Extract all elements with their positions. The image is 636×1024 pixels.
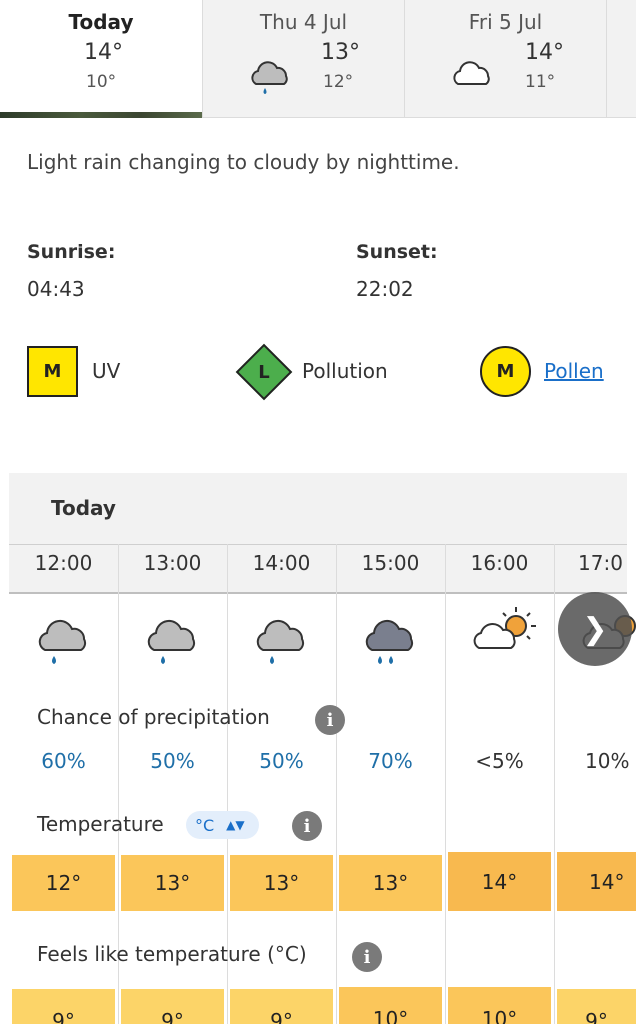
feels-like-cell: 9°	[12, 989, 115, 1024]
precipitation-value: 50%	[259, 749, 304, 773]
day-low: 10°	[86, 72, 117, 92]
hour-label: 13:00	[143, 551, 202, 575]
feels-like-cell: 10°	[448, 987, 551, 1024]
temperature-cell: 14°	[557, 852, 636, 911]
feels-like-label: Feels like temperature (°C)	[37, 942, 307, 966]
light-rain-icon	[247, 56, 293, 102]
pollution-badge-letter: L	[258, 361, 270, 383]
heavy-rain-icon	[361, 612, 419, 672]
precipitation-value: <5%	[475, 749, 524, 773]
next-hours-button[interactable]: ❯	[558, 592, 632, 666]
unit-label: °C	[195, 815, 215, 835]
precipitation-value: 50%	[150, 749, 195, 773]
light-rain-icon	[34, 612, 92, 672]
precipitation-label: Chance of precipitation	[37, 705, 270, 729]
hour-label: 12:00	[34, 551, 93, 575]
chevron-up-down-icon: ▲▼	[226, 818, 245, 832]
tab-thu-4-jul[interactable]: Thu 4 Jul 13° 12°	[203, 0, 405, 118]
day-high: 13°	[321, 40, 360, 65]
uv-badge: M	[27, 346, 78, 397]
sunset-label: Sunset:	[356, 241, 438, 263]
sunny-intervals-icon	[470, 604, 542, 658]
day-low: 11°	[525, 72, 556, 92]
temperature-cell: 13°	[121, 855, 224, 911]
day-high: 14°	[525, 40, 564, 65]
day-name: Today	[68, 10, 134, 34]
sunrise-time: 04:43	[27, 277, 85, 301]
hour-label: 15:00	[361, 551, 420, 575]
feels-like-cell: 9°	[121, 989, 224, 1024]
column-divider	[445, 544, 446, 1024]
precipitation-value: 60%	[41, 749, 86, 773]
hour-label: 17:0	[578, 551, 623, 575]
column-divider	[554, 544, 555, 1024]
tab-fri-5-jul[interactable]: Fri 5 Jul 14° 11°	[405, 0, 607, 118]
temperature-unit-toggle[interactable]: °C ▲▼	[186, 811, 259, 839]
pollen-badge: M	[480, 346, 531, 397]
column-divider	[336, 544, 337, 1024]
light-rain-icon	[252, 612, 310, 672]
feels-like-cell: 10°	[339, 987, 442, 1024]
day-tabs: Today 14° 10° Thu 4 Jul 13° 12° Fri 5 Ju…	[0, 0, 636, 118]
info-icon[interactable]: i	[292, 811, 322, 841]
light-rain-icon	[143, 612, 201, 672]
sunrise-label: Sunrise:	[27, 241, 116, 263]
day-name: Fri 5 Jul	[468, 10, 543, 34]
uv-label: UV	[92, 359, 121, 383]
sunset-time: 22:02	[356, 277, 414, 301]
feels-like-cell: 9°	[230, 989, 333, 1024]
info-icon[interactable]: i	[352, 942, 382, 972]
tab-next-day[interactable]	[607, 0, 636, 118]
tab-today[interactable]: Today 14° 10°	[0, 0, 203, 118]
hour-label: 16:00	[470, 551, 529, 575]
pollution-label: Pollution	[302, 359, 388, 383]
precipitation-value: 10%	[585, 749, 630, 773]
day-name: Thu 4 Jul	[259, 10, 348, 34]
temperature-cell: 12°	[12, 855, 115, 911]
hourly-title: Today	[51, 496, 116, 520]
chevron-right-icon: ❯	[582, 611, 608, 647]
precipitation-value: 70%	[368, 749, 413, 773]
info-icon[interactable]: i	[315, 705, 345, 735]
temperature-cell: 14°	[448, 852, 551, 911]
day-low: 12°	[323, 72, 354, 92]
hour-label: 14:00	[252, 551, 311, 575]
pollen-link[interactable]: Pollen	[544, 359, 604, 383]
cloud-icon	[449, 58, 495, 94]
temperature-label: Temperature	[37, 812, 164, 836]
temperature-cell: 13°	[230, 855, 333, 911]
feels-like-cell: 9°	[557, 989, 636, 1024]
day-high: 14°	[84, 40, 123, 65]
weather-summary: Light rain changing to cloudy by nightti…	[27, 150, 460, 174]
temperature-cell: 13°	[339, 855, 442, 911]
